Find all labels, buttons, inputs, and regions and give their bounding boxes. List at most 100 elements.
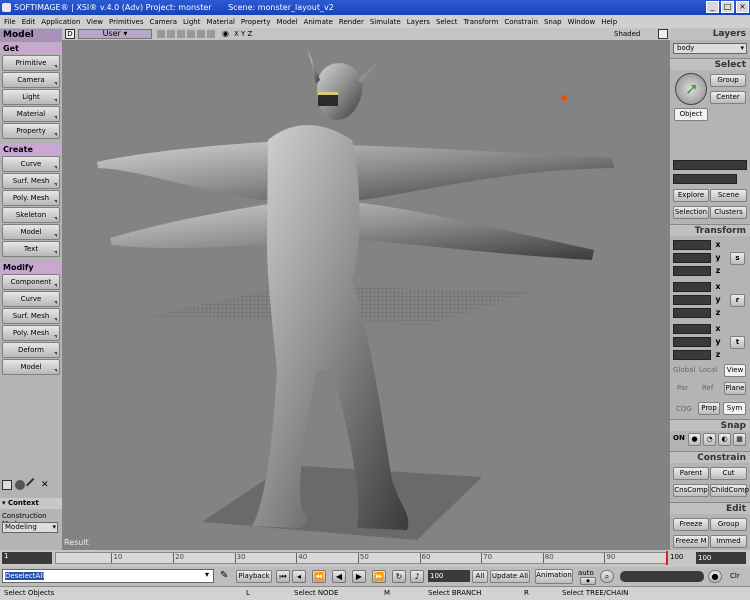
clear-button[interactable]: Clr	[730, 572, 740, 580]
light-marker[interactable]	[561, 95, 567, 101]
par-option[interactable]: Par	[677, 384, 688, 392]
start-frame-field[interactable]	[2, 552, 52, 564]
close-button[interactable]: ×	[736, 1, 749, 13]
plane-option[interactable]: Plane	[724, 382, 746, 395]
step-forward-icon[interactable]: ⏩	[372, 570, 386, 583]
childcomp-button[interactable]: ChildComp	[710, 484, 749, 497]
snap-point-icon[interactable]: ◐	[718, 433, 731, 446]
modify-model-button[interactable]: Model	[2, 359, 60, 375]
freeze-button[interactable]: Freeze	[673, 518, 709, 531]
modify-poly-mesh-button[interactable]: Poly. Mesh	[2, 325, 60, 341]
mixer-field[interactable]	[620, 571, 704, 582]
end-frame-field[interactable]: 100	[696, 552, 746, 564]
maximize-viewport-icon[interactable]	[658, 29, 668, 39]
modify-deform-button[interactable]: Deform	[2, 342, 60, 358]
snap-surface-icon[interactable]: ▦	[733, 433, 746, 446]
viewport-letter[interactable]: D	[65, 29, 75, 39]
viewport[interactable]: Result	[62, 40, 670, 550]
timeline[interactable]: 1 100 100 10 20 30 40 50 60 70 80 90	[0, 550, 750, 567]
snap-grid-icon[interactable]: ●	[688, 433, 701, 446]
local-option[interactable]: Local	[699, 366, 717, 374]
select-arrow-button[interactable]: ➚	[675, 73, 707, 105]
module-title[interactable]: Model	[0, 29, 62, 42]
viewport-icons[interactable]	[157, 30, 217, 38]
t-z-field[interactable]	[673, 350, 711, 360]
command-dropdown-icon[interactable]: ▾	[205, 570, 209, 579]
create-surf-mesh-button[interactable]: Surf. Mesh	[2, 173, 60, 189]
animation-button[interactable]: Animation	[535, 569, 573, 584]
clusters-button[interactable]: Clusters	[710, 206, 747, 219]
time-cursor[interactable]	[666, 551, 668, 565]
create-model-button[interactable]: Model	[2, 224, 60, 240]
menu-constrain[interactable]: Constrain	[504, 18, 538, 26]
selection-button[interactable]: Selection	[673, 206, 709, 219]
scene-button[interactable]: Scene	[710, 189, 747, 202]
menu-camera[interactable]: Camera	[150, 18, 177, 26]
create-skeleton-button[interactable]: Skeleton	[2, 207, 60, 223]
prev-key-icon[interactable]: ◂	[292, 570, 306, 583]
s-y-field[interactable]	[673, 253, 711, 263]
s-z-field[interactable]	[673, 266, 711, 276]
get-camera-button[interactable]: Camera	[2, 72, 60, 88]
all-button[interactable]: All	[472, 570, 488, 583]
key-icon[interactable]: ◆	[580, 577, 596, 585]
menu-help[interactable]: Help	[601, 18, 617, 26]
get-light-button[interactable]: Light	[2, 89, 60, 105]
menu-property[interactable]: Property	[241, 18, 271, 26]
r-z-field[interactable]	[673, 308, 711, 318]
modify-component-button[interactable]: Component	[2, 274, 60, 290]
modify-curve-button[interactable]: Curve	[2, 291, 60, 307]
menu-simulate[interactable]: Simulate	[370, 18, 401, 26]
cnscomp-button[interactable]: CnsComp	[673, 484, 709, 497]
menu-light[interactable]: Light	[183, 18, 200, 26]
get-property-button[interactable]: Property	[2, 123, 60, 139]
select-field-1[interactable]	[673, 160, 747, 170]
prop-button[interactable]: Prop	[698, 402, 720, 415]
sym-button[interactable]: Sym	[723, 402, 746, 415]
create-poly-mesh-button[interactable]: Poly. Mesh	[2, 190, 60, 206]
select-field-2[interactable]	[673, 174, 737, 184]
first-frame-icon[interactable]: ⏮	[276, 570, 290, 583]
menu-render[interactable]: Render	[339, 18, 364, 26]
magnifier-icon[interactable]: ⌕	[600, 570, 614, 583]
step-back-icon[interactable]: ⏪	[312, 570, 326, 583]
freeze-m-button[interactable]: Freeze M	[673, 535, 709, 548]
play-icon[interactable]: ▶	[352, 570, 366, 583]
reverse-play-icon[interactable]: ◀	[332, 570, 346, 583]
snap-curve-icon[interactable]: ◔	[703, 433, 716, 446]
menu-select[interactable]: Select	[436, 18, 458, 26]
loop-icon[interactable]: ↻	[392, 570, 406, 583]
cut-button[interactable]: Cut	[710, 467, 747, 480]
snap-on-toggle[interactable]: ON	[673, 434, 685, 442]
auto-key-toggle[interactable]: auto	[578, 569, 594, 577]
t-x-field[interactable]	[673, 324, 711, 334]
menu-layers[interactable]: Layers	[407, 18, 430, 26]
script-icon[interactable]: ✎	[220, 570, 228, 581]
menu-model[interactable]: Model	[277, 18, 298, 26]
global-option[interactable]: Global	[673, 366, 695, 374]
layer-select[interactable]: body ▾	[673, 43, 747, 54]
maximize-button[interactable]: □	[721, 1, 734, 13]
transform-t-button[interactable]: t	[730, 336, 745, 349]
cross-icon[interactable]: ✕	[41, 480, 51, 490]
create-curve-button[interactable]: Curve	[2, 156, 60, 172]
transform-r-button[interactable]: r	[730, 294, 745, 307]
center-select-button[interactable]: Center	[710, 91, 746, 104]
current-frame-field[interactable]: 100	[428, 570, 470, 582]
audio-icon[interactable]: ♪	[410, 570, 424, 583]
r-y-field[interactable]	[673, 295, 711, 305]
transform-s-button[interactable]: s	[730, 252, 745, 265]
menu-animate[interactable]: Animate	[304, 18, 333, 26]
eye-icon[interactable]: ◉	[222, 28, 229, 40]
menu-edit[interactable]: Edit	[22, 18, 36, 26]
menu-transform[interactable]: Transform	[464, 18, 499, 26]
view-option[interactable]: View	[724, 364, 746, 377]
immed-button[interactable]: Immed	[710, 535, 747, 548]
group-edit-button[interactable]: Group	[710, 518, 747, 531]
menu-material[interactable]: Material	[206, 18, 234, 26]
minimize-button[interactable]: _	[706, 1, 719, 13]
menu-snap[interactable]: Snap	[544, 18, 562, 26]
camera-menu[interactable]: User ▾	[78, 29, 152, 39]
menu-file[interactable]: File	[4, 18, 16, 26]
parent-button[interactable]: Parent	[673, 467, 709, 480]
